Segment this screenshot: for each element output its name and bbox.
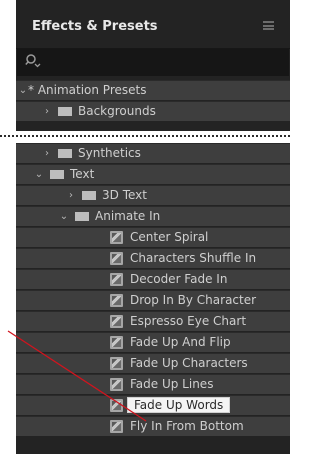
animation-preset-icon — [110, 398, 123, 412]
chevron-right-icon[interactable]: › — [42, 148, 52, 159]
tree-row-label: Synthetics — [78, 146, 141, 160]
list-item[interactable]: Espresso Eye Chart — [16, 311, 290, 331]
tree-row-label: Center Spiral — [130, 230, 209, 244]
tree-row-animate-in[interactable]: ⌄ Animate In — [16, 206, 290, 226]
list-item[interactable]: Fade Up Characters — [16, 353, 290, 373]
animation-preset-icon — [110, 377, 123, 391]
animation-preset-icon — [110, 335, 123, 349]
tree-row-label: Backgrounds — [78, 104, 156, 118]
tree-row-label: Fade Up Lines — [130, 377, 214, 391]
tree-row-label: * Animation Presets — [28, 83, 147, 97]
animation-preset-icon — [110, 314, 123, 328]
folder-icon — [58, 148, 72, 158]
tree-row-text[interactable]: ⌄ Text — [16, 164, 290, 184]
chevron-right-icon[interactable]: › — [42, 106, 52, 117]
search-icon — [25, 54, 41, 68]
animation-preset-icon — [110, 230, 123, 244]
tree-row-label: Decoder Fade In — [130, 272, 228, 286]
tree-row-animation-presets[interactable]: ⌄ * Animation Presets — [16, 80, 290, 100]
list-item[interactable]: Characters Shuffle In — [16, 248, 290, 268]
tree-row-label: Fade Up Characters — [130, 356, 248, 370]
search-input[interactable] — [17, 49, 289, 76]
chevron-down-icon[interactable]: ⌄ — [18, 85, 28, 96]
list-item[interactable]: Fade Up Lines — [16, 374, 290, 394]
tree-row-label: Text — [70, 167, 95, 181]
animation-preset-icon — [110, 356, 123, 370]
tree-row-label: Fade Up And Flip — [130, 335, 231, 349]
list-item[interactable]: Fade Up And Flip — [16, 332, 290, 352]
panel-title: Effects & Presets — [32, 19, 158, 34]
folder-icon — [75, 211, 89, 221]
list-item[interactable]: Decoder Fade In — [16, 269, 290, 289]
tree-row-label: Fade Up Words — [126, 397, 231, 413]
folder-icon — [50, 169, 64, 179]
list-item-selected[interactable]: Fade Up Words — [16, 395, 290, 415]
tree-row-label: 3D Text — [102, 188, 147, 202]
chevron-right-icon[interactable]: › — [66, 190, 76, 201]
animation-preset-icon — [110, 293, 123, 307]
tree-row-synthetics[interactable]: › Synthetics — [16, 143, 290, 163]
hamburger-menu-icon[interactable] — [263, 21, 274, 30]
animation-preset-icon — [110, 419, 123, 433]
dotted-divider — [0, 135, 290, 137]
list-item[interactable]: Drop In By Character — [16, 290, 290, 310]
panel-header: Effects & Presets — [16, 0, 290, 49]
folder-icon — [58, 106, 72, 116]
tree-row-label: Espresso Eye Chart — [130, 314, 247, 328]
tree-row-label: Animate In — [95, 209, 161, 223]
panel-break-separator — [0, 131, 290, 143]
tree-row-label: Fly In From Bottom — [130, 419, 244, 433]
list-item[interactable]: Fly In From Bottom — [16, 416, 290, 436]
effects-presets-panel: Effects & Presets ⌄ * Animation Presets … — [16, 0, 290, 454]
tree-row-3d-text[interactable]: › 3D Text — [16, 185, 290, 205]
chevron-down-icon[interactable]: ⌄ — [59, 211, 69, 222]
folder-icon — [82, 190, 96, 200]
tree-row-label: Characters Shuffle In — [130, 251, 257, 265]
tree-row-backgrounds[interactable]: › Backgrounds — [16, 101, 290, 121]
animation-preset-icon — [110, 251, 123, 265]
tree-row-label: Drop In By Character — [130, 293, 257, 307]
animation-preset-icon — [110, 272, 123, 286]
list-item[interactable]: Center Spiral — [16, 227, 290, 247]
chevron-down-icon[interactable]: ⌄ — [34, 169, 44, 180]
